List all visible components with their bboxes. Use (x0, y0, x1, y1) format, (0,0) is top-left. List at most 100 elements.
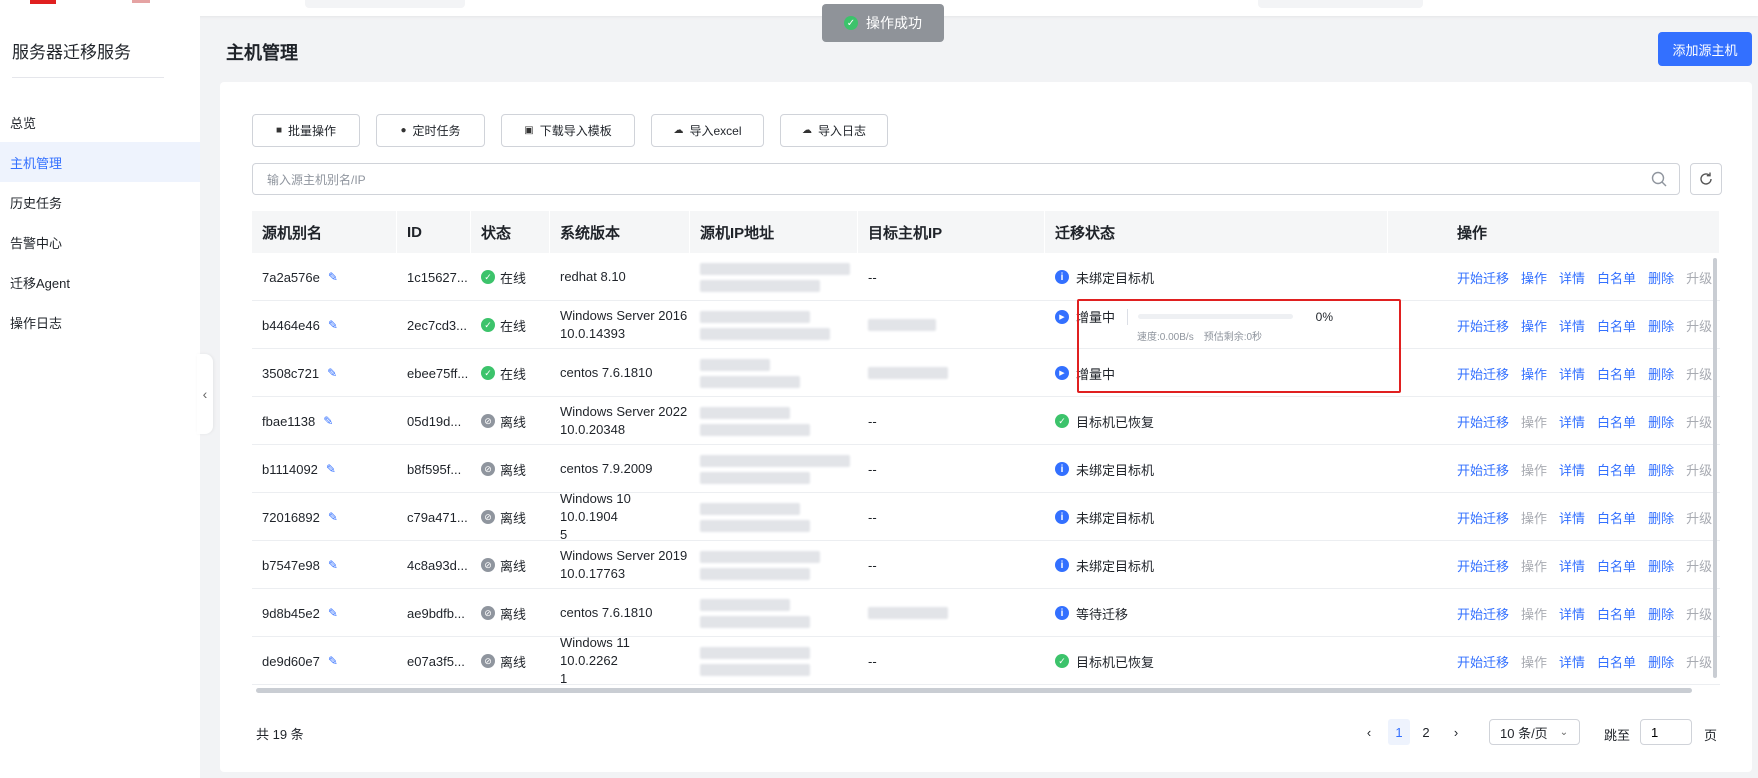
start-migration-link[interactable]: 开始迁移 (1457, 268, 1509, 287)
refresh-button[interactable] (1690, 163, 1722, 195)
whitelist-link[interactable]: 白名单 (1597, 316, 1636, 335)
scheduled-task-button[interactable]: ● 定时任务 (376, 114, 485, 147)
download-template-button[interactable]: ▣ 下载导入模板 (501, 114, 635, 147)
whitelist-link[interactable]: 白名单 (1597, 652, 1636, 671)
sidebar-item-operation-log[interactable]: 操作日志 (0, 302, 200, 342)
start-migration-link[interactable]: 开始迁移 (1457, 364, 1509, 383)
vertical-scrollbar[interactable] (1713, 258, 1717, 678)
table-row[interactable]: fbae1138 ✎ 05d19d... ⊘ 离线 Windows Server 2022… (252, 397, 1720, 445)
start-migration-link[interactable]: 开始迁移 (1457, 508, 1509, 527)
edit-icon[interactable]: ✎ (328, 270, 338, 284)
table-row[interactable]: 9d8b45e2 ✎ ae9bdfb... ⊘ 离线 centos 7.6.1810 i 等待… (252, 589, 1720, 637)
source-ip-cell (690, 637, 858, 685)
sidebar-item-host-management[interactable]: 主机管理 (0, 142, 200, 182)
batch-operation-button[interactable]: ■ 批量操作 (252, 114, 360, 147)
details-link[interactable]: 详情 (1559, 412, 1585, 431)
whitelist-link[interactable]: 白名单 (1597, 364, 1636, 383)
start-migration-link[interactable]: 开始迁移 (1457, 460, 1509, 479)
details-link[interactable]: 详情 (1559, 652, 1585, 671)
upgrade-link[interactable]: 升级 (1686, 364, 1712, 383)
sidebar-item-history-tasks[interactable]: 历史任务 (0, 182, 200, 222)
delete-link[interactable]: 删除 (1648, 364, 1674, 383)
delete-link[interactable]: 删除 (1648, 460, 1674, 479)
start-migration-link[interactable]: 开始迁移 (1457, 604, 1509, 623)
details-link[interactable]: 详情 (1559, 508, 1585, 527)
whitelist-link[interactable]: 白名单 (1597, 460, 1636, 479)
upgrade-link[interactable]: 升级 (1686, 652, 1712, 671)
add-source-host-button[interactable]: 添加源主机 (1658, 32, 1752, 66)
delete-link[interactable]: 删除 (1648, 508, 1674, 527)
upgrade-link[interactable]: 升级 (1686, 412, 1712, 431)
redacted-ip (700, 327, 830, 340)
start-migration-link[interactable]: 开始迁移 (1457, 412, 1509, 431)
details-link[interactable]: 详情 (1559, 364, 1585, 383)
edit-icon[interactable]: ✎ (328, 654, 338, 668)
upgrade-link[interactable]: 升级 (1686, 508, 1712, 527)
import-excel-button[interactable]: ☁ 导入excel (651, 114, 764, 147)
edit-icon[interactable]: ✎ (326, 462, 336, 476)
start-migration-link[interactable]: 开始迁移 (1457, 556, 1509, 575)
alias-cell: 7a2a576e ✎ (262, 269, 338, 285)
edit-icon[interactable]: ✎ (328, 606, 338, 620)
sidebar-collapse-button[interactable]: ‹ (197, 354, 213, 434)
whitelist-link[interactable]: 白名单 (1597, 556, 1636, 575)
search-input[interactable] (267, 170, 1627, 190)
whitelist-link[interactable]: 白名单 (1597, 508, 1636, 527)
upgrade-link[interactable]: 升级 (1686, 268, 1712, 287)
whitelist-link[interactable]: 白名单 (1597, 268, 1636, 287)
details-link[interactable]: 详情 (1559, 268, 1585, 287)
operate-link[interactable]: 操作 (1521, 604, 1547, 623)
delete-link[interactable]: 删除 (1648, 604, 1674, 623)
table-row[interactable]: 72016892 ✎ c79a471... ⊘ 离线 Windows 10 10.0.19… (252, 491, 1720, 542)
edit-icon[interactable]: ✎ (327, 366, 337, 380)
operate-link[interactable]: 操作 (1521, 268, 1547, 287)
table-row[interactable]: b4464e46 ✎ 2ec7cd3... ✓ 在线 Windows Server 201… (252, 301, 1720, 349)
operate-link[interactable]: 操作 (1521, 556, 1547, 575)
table-row[interactable]: b1114092 ✎ b8f595f... ⊘ 离线 centos 7.9.2009 -- i… (252, 445, 1720, 493)
upgrade-link[interactable]: 升级 (1686, 556, 1712, 575)
sidebar-item-migration-agent[interactable]: 迁移Agent (0, 262, 200, 302)
sidebar-item-alert-center[interactable]: 告警中心 (0, 222, 200, 262)
upgrade-link[interactable]: 升级 (1686, 460, 1712, 479)
delete-link[interactable]: 删除 (1648, 412, 1674, 431)
operate-link[interactable]: 操作 (1521, 364, 1547, 383)
start-migration-link[interactable]: 开始迁移 (1457, 316, 1509, 335)
delete-link[interactable]: 删除 (1648, 316, 1674, 335)
prev-page-button[interactable]: ‹ (1358, 719, 1380, 745)
sidebar-item-overview[interactable]: 总览 (0, 102, 200, 142)
import-log-button[interactable]: ☁ 导入日志 (780, 114, 888, 147)
operate-link[interactable]: 操作 (1521, 412, 1547, 431)
delete-link[interactable]: 删除 (1648, 268, 1674, 287)
page-size-select[interactable]: 10 条/页 ⌄ (1489, 719, 1580, 745)
search-icon[interactable] (1651, 171, 1667, 187)
page-2-button[interactable]: 2 (1415, 719, 1437, 745)
upgrade-link[interactable]: 升级 (1686, 604, 1712, 623)
whitelist-link[interactable]: 白名单 (1597, 604, 1636, 623)
next-page-button[interactable]: › (1445, 719, 1467, 745)
operate-link[interactable]: 操作 (1521, 652, 1547, 671)
page-1-button[interactable]: 1 (1388, 719, 1410, 745)
details-link[interactable]: 详情 (1559, 316, 1585, 335)
edit-icon[interactable]: ✎ (323, 414, 333, 428)
table-row[interactable]: 3508c721 ✎ ebee75ff... ✓ 在线 centos 7.6.1810 ▶ 增… (252, 349, 1720, 397)
operate-link[interactable]: 操作 (1521, 460, 1547, 479)
operate-link[interactable]: 操作 (1521, 316, 1547, 335)
start-migration-link[interactable]: 开始迁移 (1457, 652, 1509, 671)
details-link[interactable]: 详情 (1559, 460, 1585, 479)
edit-icon[interactable]: ✎ (328, 558, 338, 572)
horizontal-scrollbar[interactable] (256, 688, 1692, 693)
whitelist-link[interactable]: 白名单 (1597, 412, 1636, 431)
table-row[interactable]: de9d60e7 ✎ e07a3f5... ⊘ 离线 Windows 11 10.0.22… (252, 635, 1720, 686)
details-link[interactable]: 详情 (1559, 604, 1585, 623)
delete-link[interactable]: 删除 (1648, 556, 1674, 575)
operate-link[interactable]: 操作 (1521, 508, 1547, 527)
upgrade-link[interactable]: 升级 (1686, 316, 1712, 335)
table-row[interactable]: b7547e98 ✎ 4c8a93d... ⊘ 离线 Windows Server 201… (252, 541, 1720, 589)
delete-link[interactable]: 删除 (1648, 652, 1674, 671)
jump-page-input[interactable] (1640, 719, 1692, 745)
edit-icon[interactable]: ✎ (328, 318, 338, 332)
edit-icon[interactable]: ✎ (328, 510, 338, 524)
offline-icon: ⊘ (481, 558, 495, 572)
details-link[interactable]: 详情 (1559, 556, 1585, 575)
table-row[interactable]: 7a2a576e ✎ 1c15627... ✓ 在线 redhat 8.10 -- i 未绑定目… (252, 253, 1720, 301)
